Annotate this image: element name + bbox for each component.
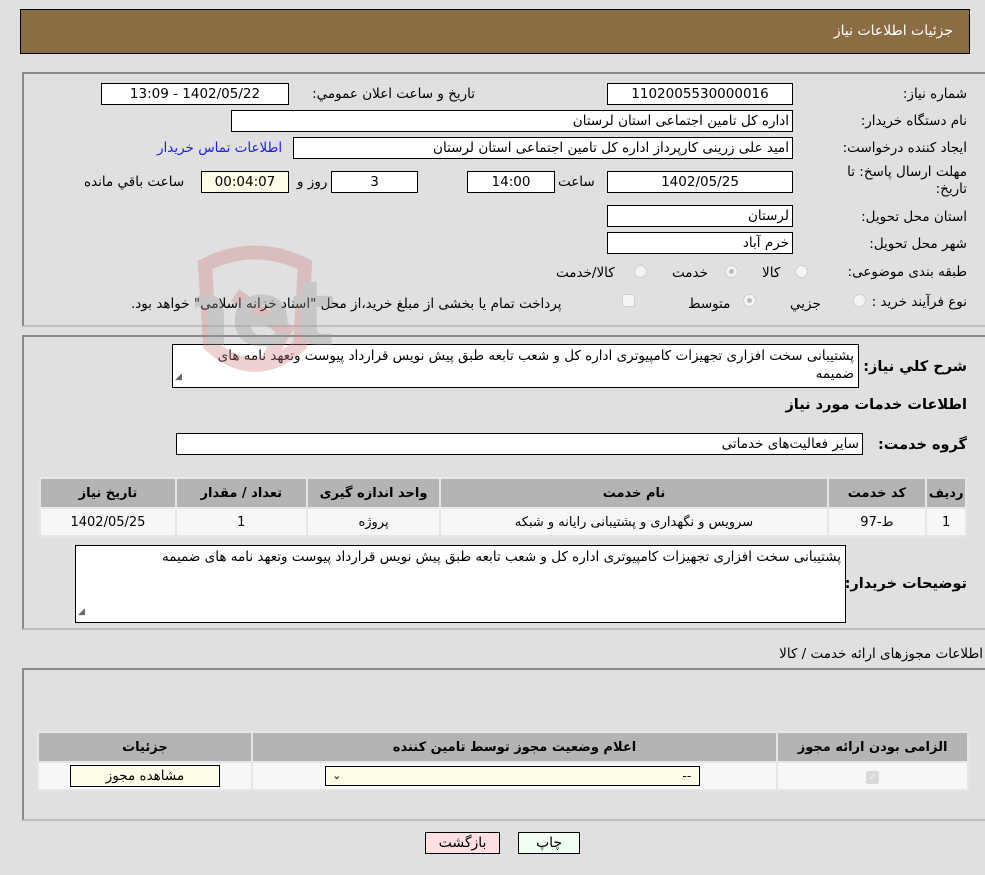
category-radio-goods-service[interactable] bbox=[634, 265, 647, 278]
chevron-down-icon: ⌄ bbox=[332, 769, 342, 782]
category-radio-goods[interactable] bbox=[795, 265, 808, 278]
cell-service-code: ط-97 bbox=[826, 507, 928, 537]
services-table: ردیف کد خدمت نام خدمت واحد اندازه گیری ت… bbox=[39, 477, 967, 537]
cell-quantity: 1 bbox=[174, 507, 308, 537]
back-button[interactable]: بازگشت bbox=[425, 832, 500, 854]
services-heading: اطلاعات خدمات مورد نیاز bbox=[785, 397, 967, 413]
buyer-notes-textarea[interactable]: پشتیبانی سخت افزاری تجهیزات کامپیوتری اد… bbox=[75, 545, 846, 623]
need-number-label: شماره نیاز: bbox=[902, 86, 967, 102]
creator-label: ایجاد کننده درخواست: bbox=[842, 140, 967, 156]
page-title: جزئیات اطلاعات نیاز bbox=[833, 23, 953, 39]
deadline-time-label: ساعت bbox=[558, 174, 595, 190]
col-permit-details: جزئیات bbox=[37, 731, 253, 763]
permits-table-header: الزامی بودن ارائه مجوز اعلام وضعیت مجوز … bbox=[37, 731, 969, 763]
buyer-org-field: اداره کل تامین اجتماعی استان لرستان bbox=[231, 110, 793, 132]
permits-heading: اطلاعات مجوزهای ارائه خدمت / کالا bbox=[779, 646, 983, 662]
services-table-header: ردیف کد خدمت نام خدمت واحد اندازه گیری ت… bbox=[39, 477, 967, 509]
need-number-field: 1102005530000016 bbox=[607, 83, 793, 105]
need-description-textarea[interactable]: پشتیبانی سخت افزاری تجهیزات کامپیوتری اد… bbox=[172, 344, 859, 388]
permit-required-checkbox: ✓ bbox=[866, 770, 880, 784]
page-header: جزئیات اطلاعات نیاز bbox=[20, 9, 970, 54]
service-group-label: گروه خدمت: bbox=[877, 437, 967, 453]
table-row: ✓ -- ⌄ مشاهده مجوز bbox=[37, 761, 969, 791]
deadline-label-line2: تاریخ: bbox=[935, 181, 967, 197]
purchase-type-radio-medium[interactable] bbox=[743, 294, 756, 307]
treasury-checkbox[interactable] bbox=[622, 294, 635, 307]
cell-row-number: 1 bbox=[925, 507, 967, 537]
cell-permit-details: مشاهده مجوز bbox=[37, 761, 253, 791]
category-goods-service-label: کالا/خدمت bbox=[556, 265, 615, 281]
col-permit-required: الزامی بودن ارائه مجوز bbox=[776, 731, 969, 763]
purchase-type-minor-label: جزيي bbox=[790, 296, 821, 312]
treasury-checkbox-label: پرداخت تمام یا بخشی از مبلغ خرید،از محل … bbox=[131, 296, 562, 312]
resize-grip-icon[interactable]: ◢ bbox=[78, 603, 85, 621]
print-button[interactable]: چاپ bbox=[518, 832, 580, 854]
purchase-type-medium-label: متوسط bbox=[688, 296, 731, 312]
service-group-field: سایر فعالیت‌های خدماتی bbox=[176, 433, 863, 455]
col-service-name: نام خدمت bbox=[439, 477, 829, 509]
deadline-label-line1: مهلت ارسال پاسخ: تا bbox=[847, 164, 967, 180]
purchase-type-label: نوع فرآیند خرید : bbox=[871, 294, 967, 310]
buyer-notes-label: توضیحات خریدار: bbox=[844, 576, 967, 592]
view-permit-button[interactable]: مشاهده مجوز bbox=[70, 765, 220, 787]
province-field: لرستان bbox=[607, 205, 793, 227]
announce-date-label: تاریخ و ساعت اعلان عمومي: bbox=[312, 86, 475, 102]
col-quantity: تعداد / مقدار bbox=[174, 477, 308, 509]
col-need-date: تاریخ نیاز bbox=[39, 477, 177, 509]
col-service-code: کد خدمت bbox=[826, 477, 928, 509]
days-label: روز و bbox=[297, 174, 328, 190]
col-unit: واحد اندازه گیری bbox=[305, 477, 442, 509]
purchase-type-radio-minor[interactable] bbox=[853, 294, 866, 307]
permit-status-selected: -- bbox=[682, 769, 692, 783]
category-goods-label: کالا bbox=[762, 265, 781, 281]
days-remaining-field: 3 bbox=[331, 171, 418, 193]
category-radio-service[interactable] bbox=[725, 265, 738, 278]
city-label: شهر محل تحویل: bbox=[869, 236, 967, 252]
col-permit-status: اعلام وضعیت مجوز توسط تامین کننده bbox=[250, 731, 779, 763]
city-field: خرم آباد bbox=[607, 232, 793, 254]
need-description-text: پشتیبانی سخت افزاری تجهیزات کامپیوتری اد… bbox=[217, 348, 854, 382]
cell-permit-required: ✓ bbox=[776, 761, 969, 791]
buyer-org-label: نام دستگاه خریدار: bbox=[860, 113, 967, 129]
province-label: استان محل تحویل: bbox=[861, 209, 967, 225]
announce-date-field: 1402/05/22 - 13:09 bbox=[101, 83, 289, 105]
category-label: طبقه بندی موضوعی: bbox=[847, 264, 967, 280]
table-row: 1 ط-97 سرویس و نگهداری و پشتیبانی رایانه… bbox=[39, 507, 967, 537]
need-description-label: شرح کلي نیاز: bbox=[863, 359, 967, 375]
category-service-label: خدمت bbox=[672, 265, 708, 281]
cell-need-date: 1402/05/25 bbox=[39, 507, 177, 537]
remaining-time-field: 00:04:07 bbox=[201, 171, 289, 193]
cell-service-name: سرویس و نگهداری و پشتیبانی رایانه و شبکه bbox=[439, 507, 829, 537]
deadline-date-field: 1402/05/25 bbox=[607, 171, 793, 193]
buyer-contact-link[interactable]: اطلاعات تماس خریدار bbox=[157, 140, 282, 156]
buyer-notes-text: پشتیبانی سخت افزاری تجهیزات کامپیوتری اد… bbox=[162, 549, 841, 565]
permits-table: الزامی بودن ارائه مجوز اعلام وضعیت مجوز … bbox=[37, 731, 969, 791]
col-row-number: ردیف bbox=[925, 477, 967, 509]
deadline-time-field: 14:00 bbox=[467, 171, 555, 193]
remaining-time-label: ساعت باقي مانده bbox=[84, 174, 185, 190]
permit-status-select[interactable]: -- ⌄ bbox=[325, 766, 701, 786]
cell-unit: پروژه bbox=[305, 507, 442, 537]
cell-permit-status: -- ⌄ bbox=[250, 761, 779, 791]
resize-grip-icon[interactable]: ◢ bbox=[175, 368, 182, 386]
creator-field: امید علی زرینی کارپرداز اداره کل تامین ا… bbox=[293, 137, 793, 159]
